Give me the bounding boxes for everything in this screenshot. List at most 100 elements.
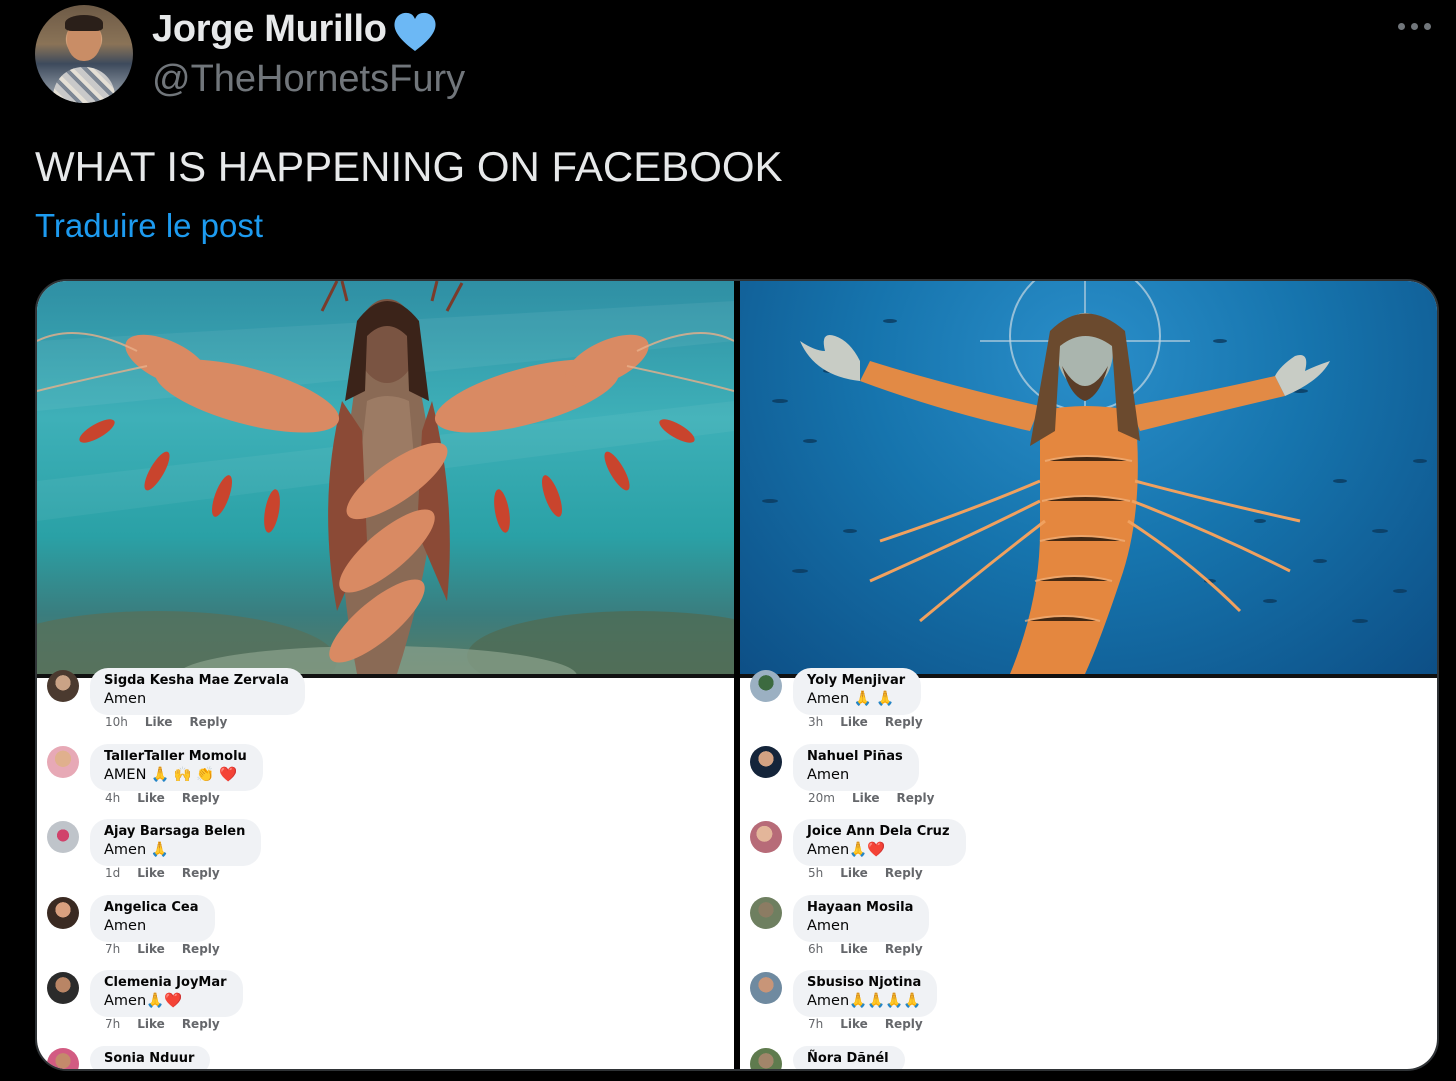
commenter-name[interactable]: Ñora Dãnél	[807, 1050, 889, 1068]
commenter-name[interactable]: Joice Ann Dela Cruz	[807, 823, 950, 841]
commenter-avatar[interactable]	[750, 1048, 782, 1069]
comment-text: Amen	[104, 691, 147, 707]
comment-bubble: Sbusiso Njotina Amen🙏🙏🙏🙏	[793, 970, 938, 1017]
comment-time: 7h	[105, 1017, 121, 1031]
commenter-name[interactable]: Angelica Cea	[104, 899, 199, 917]
commenter-avatar[interactable]	[47, 746, 79, 778]
author-avatar[interactable]	[35, 5, 133, 103]
reply-link[interactable]: Reply	[182, 942, 220, 956]
commenter-avatar[interactable]	[47, 821, 79, 853]
comment-time: 3h	[808, 715, 824, 729]
commenter-avatar[interactable]	[750, 746, 782, 778]
media-image-right[interactable]: Yoly Menjivar Amen 🙏 🙏 3h Like Reply Nahue…	[740, 281, 1437, 1069]
reply-link[interactable]: Reply	[885, 715, 923, 729]
comment-bubble: Sigda Kesha Mae Zervala Amen	[90, 668, 305, 715]
commenter-name[interactable]: Yoly Menjivar	[807, 672, 905, 690]
commenter-name[interactable]: Nahuel Piñas	[807, 748, 903, 766]
commenter-avatar[interactable]	[47, 897, 79, 929]
like-link[interactable]: Like	[840, 715, 868, 729]
like-link[interactable]: Like	[840, 942, 868, 956]
comment-time: 4h	[105, 791, 121, 805]
comment-meta: 7h Like Reply	[105, 942, 237, 956]
commenter-avatar[interactable]	[47, 670, 79, 702]
like-link[interactable]: Like	[145, 715, 173, 729]
comment-text: Amen	[807, 918, 850, 934]
commenter-name[interactable]: Sigda Kesha Mae Zervala	[104, 672, 289, 690]
commenter-name[interactable]: Sonia Nduur	[104, 1050, 194, 1068]
comment-time: 5h	[808, 866, 824, 880]
comment-text: Amen🙏🙏🙏🙏	[807, 993, 922, 1009]
translate-link[interactable]: Traduire le post	[35, 207, 263, 245]
comment-item: Clemenia JoyMar Amen🙏❤️ 7h Like Reply	[45, 970, 685, 1045]
commenter-avatar[interactable]	[750, 897, 782, 929]
comments-list-left: Sigda Kesha Mae Zervala Amen 10h Like Repl…	[37, 668, 734, 1069]
comment-item: Joice Ann Dela Cruz Amen🙏❤️ 5h Like Reply	[748, 819, 1388, 894]
comment-meta: 6h Like Reply	[808, 942, 940, 956]
comment-item: Ajay Barsaga Belen Amen 🙏 1d Like Reply	[45, 819, 685, 894]
commenter-avatar[interactable]	[47, 972, 79, 1004]
comment-bubble: Hayaan Mosila Amen	[793, 895, 930, 942]
comment-text: AMEN 🙏 🙌 👏 ❤️	[104, 767, 238, 783]
comment-item: TallerTaller Momolu AMEN 🙏 🙌 👏 ❤️ 4h Like…	[45, 744, 685, 819]
comment-meta: 7h Like Reply	[105, 1017, 237, 1031]
comment-time: 1d	[105, 866, 121, 880]
comment-text: Amen	[807, 767, 850, 783]
commenter-name[interactable]: Clemenia JoyMar	[104, 974, 227, 992]
comment-item: Angelica Cea Amen 7h Like Reply	[45, 895, 685, 970]
shrimp-statue-photo-right	[740, 281, 1437, 674]
like-link[interactable]: Like	[852, 791, 880, 805]
commenter-name[interactable]: Ajay Barsaga Belen	[104, 823, 245, 841]
reply-link[interactable]: Reply	[885, 1017, 923, 1031]
comment-text: Amen	[104, 918, 147, 934]
comment-bubble: Angelica Cea Amen	[90, 895, 215, 942]
comment-bubble: TallerTaller Momolu AMEN 🙏 🙌 👏 ❤️	[90, 744, 263, 791]
like-link[interactable]: Like	[840, 1017, 868, 1031]
reply-link[interactable]: Reply	[182, 866, 220, 880]
like-link[interactable]: Like	[137, 942, 165, 956]
comment-meta: 10h Like Reply	[105, 715, 244, 729]
comment-meta: 4h Like Reply	[105, 791, 237, 805]
comment-bubble: Joice Ann Dela Cruz Amen🙏❤️	[793, 819, 966, 866]
reply-link[interactable]: Reply	[189, 715, 227, 729]
commenter-avatar[interactable]	[750, 670, 782, 702]
comment-text: Amen 🙏 🙏	[807, 691, 895, 707]
comment-meta: 20m Like Reply	[808, 791, 951, 805]
commenter-name[interactable]: Sbusiso Njotina	[807, 974, 921, 992]
author-handle[interactable]: @TheHornetsFury	[152, 58, 465, 101]
comment-meta: 5h Like Reply	[808, 866, 940, 880]
reply-link[interactable]: Reply	[897, 791, 935, 805]
comment-item: Nahuel Piñas Amen 20m Like Reply	[748, 744, 1388, 819]
like-link[interactable]: Like	[840, 866, 868, 880]
comment-bubble: Ñora Dãnél	[793, 1046, 905, 1069]
tweet-media[interactable]: Sigda Kesha Mae Zervala Amen 10h Like Repl…	[35, 279, 1439, 1071]
comment-time: 20m	[808, 791, 835, 805]
commenter-name[interactable]: Hayaan Mosila	[807, 899, 913, 917]
comment-item: Sigda Kesha Mae Zervala Amen 10h Like Repl…	[45, 668, 685, 743]
comment-time: 10h	[105, 715, 128, 729]
comment-meta: 1d Like Reply	[105, 866, 237, 880]
like-link[interactable]: Like	[137, 1017, 165, 1031]
more-options-icon[interactable]	[1398, 16, 1438, 36]
comment-bubble: Ajay Barsaga Belen Amen 🙏	[90, 819, 262, 866]
comment-text: Amen🙏❤️	[104, 993, 183, 1009]
like-link[interactable]: Like	[137, 866, 165, 880]
reply-link[interactable]: Reply	[182, 791, 220, 805]
comment-bubble: Nahuel Piñas Amen	[793, 744, 919, 791]
comment-text: Amen 🙏	[104, 842, 169, 858]
reply-link[interactable]: Reply	[885, 942, 923, 956]
comment-meta: 7h Like Reply	[808, 1017, 940, 1031]
like-link[interactable]: Like	[137, 791, 165, 805]
author-name[interactable]: Jorge Murillo	[152, 8, 387, 51]
verified-heart-icon	[392, 11, 438, 53]
comment-meta: 3h Like Reply	[808, 715, 940, 729]
media-image-left[interactable]: Sigda Kesha Mae Zervala Amen 10h Like Repl…	[37, 281, 734, 1069]
comment-text: Amen🙏❤️	[807, 842, 886, 858]
commenter-avatar[interactable]	[750, 821, 782, 853]
commenter-avatar[interactable]	[750, 972, 782, 1004]
comments-list-right: Yoly Menjivar Amen 🙏 🙏 3h Like Reply Nahue…	[740, 668, 1437, 1069]
reply-link[interactable]: Reply	[182, 1017, 220, 1031]
commenter-name[interactable]: TallerTaller Momolu	[104, 748, 247, 766]
reply-link[interactable]: Reply	[885, 866, 923, 880]
commenter-avatar[interactable]	[47, 1048, 79, 1069]
avatar-shirt	[53, 67, 115, 103]
